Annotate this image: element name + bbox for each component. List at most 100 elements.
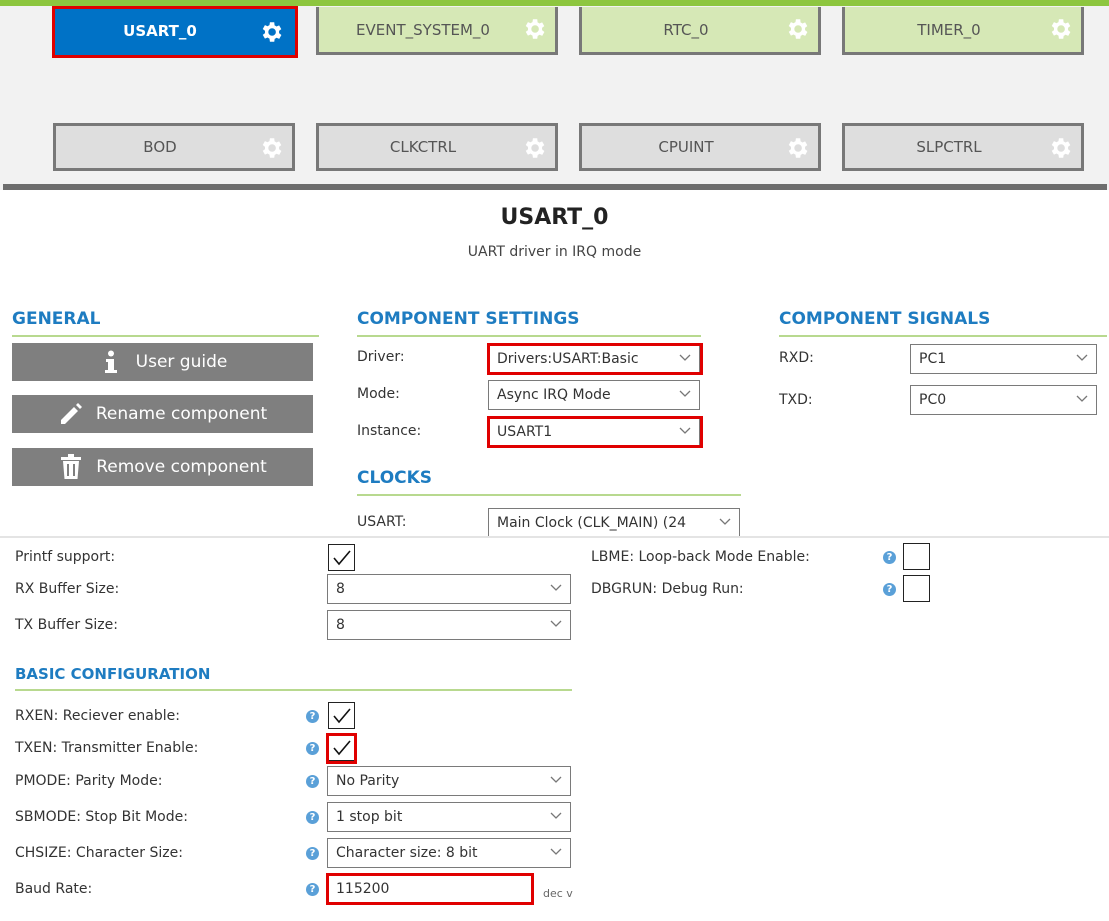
chevron-down-icon [550,620,562,627]
printf-support-checkbox[interactable] [328,544,355,571]
help-icon[interactable]: ? [306,847,319,860]
baud-rate-label: Baud Rate: [15,881,93,897]
driver-select-value: Drivers:USART:Basic [497,351,639,367]
rx-buffer-select[interactable]: 8 [327,574,571,604]
lbme-label: LBME: Loop-back Mode Enable: [591,549,810,565]
component-settings-heading: COMPONENT SETTINGS [357,309,701,337]
component-tile-cpuint[interactable]: CPUINT [579,123,821,171]
chevron-down-icon [550,848,562,855]
component-grid-divider [3,184,1107,190]
chsize-select[interactable]: Character size: 8 bit [327,838,571,868]
component-tile-clkctrl[interactable]: CLKCTRL [316,123,558,171]
checkmark-icon [333,550,351,566]
checkmark-icon [333,740,351,756]
sbmode-select[interactable]: 1 stop bit [327,802,571,832]
component-tile-usart-0[interactable]: USART_0 [53,7,295,55]
remove-component-button[interactable]: Remove component [12,448,313,486]
component-tile-label: TIMER_0 [917,20,981,39]
component-tile-rtc-0[interactable]: RTC_0 [579,7,821,55]
user-guide-label: User guide [135,352,228,372]
chsize-value: Character size: 8 bit [336,845,478,861]
component-title: USART_0 [500,205,609,230]
gear-icon[interactable] [521,135,547,161]
chevron-down-icon [1076,395,1088,402]
remove-component-label: Remove component [96,457,267,477]
rename-component-button[interactable]: Rename component [12,395,313,433]
chevron-down-icon [679,390,691,397]
baud-rate-input[interactable]: 115200 [327,874,532,904]
help-icon[interactable]: ? [306,775,319,788]
instance-label: Instance: [357,423,422,439]
component-subtitle: UART driver in IRQ mode [467,244,642,260]
component-tile-label: BOD [143,138,177,156]
help-icon[interactable]: ? [883,551,896,564]
pencil-icon [58,401,84,427]
tx-buffer-value: 8 [336,617,345,633]
dbgrun-checkbox[interactable] [903,575,930,602]
clocks-heading: CLOCKS [357,468,741,496]
chsize-label: CHSIZE: Character Size: [15,845,183,861]
component-tile-timer-0[interactable]: TIMER_0 [842,7,1084,55]
trash-icon [58,454,84,480]
mode-select[interactable]: Async IRQ Mode [488,380,700,410]
rx-buffer-value: 8 [336,581,345,597]
chevron-down-icon [550,584,562,591]
help-icon[interactable]: ? [883,583,896,596]
txd-label: TXD: [779,392,813,408]
usart-clock-label: USART: [357,514,407,530]
gear-icon[interactable] [258,135,284,161]
rxen-checkbox[interactable] [328,702,355,729]
component-tile-slpctrl[interactable]: SLPCTRL [842,123,1084,171]
txd-select[interactable]: PC0 [910,385,1097,415]
lbme-checkbox[interactable] [903,543,930,570]
printf-support-label: Printf support: [15,549,116,565]
baud-rate-unit: dec v [543,887,573,900]
pmode-label: PMODE: Parity Mode: [15,773,163,789]
instance-select[interactable]: USART1 [488,417,700,447]
rename-component-label: Rename component [95,404,268,424]
usart-clock-select[interactable]: Main Clock (CLK_MAIN) (24 [488,508,740,538]
tx-buffer-select[interactable]: 8 [327,610,571,640]
chevron-down-icon [719,518,731,525]
chevron-down-icon [550,776,562,783]
user-guide-button[interactable]: User guide [12,343,313,381]
mode-label: Mode: [357,386,400,402]
chevron-down-icon [550,812,562,819]
rxd-label: RXD: [779,350,814,366]
gear-icon[interactable] [784,135,810,161]
sbmode-value: 1 stop bit [336,809,403,825]
baud-rate-value: 115200 [336,881,390,897]
gear-icon[interactable] [1047,16,1073,42]
help-icon[interactable]: ? [306,811,319,824]
dbgrun-label: DBGRUN: Debug Run: [591,581,744,597]
gear-icon[interactable] [784,16,810,42]
help-icon[interactable]: ? [306,710,319,723]
component-grid: USART_0 EVENT_SYSTEM_0 RTC_0 TIMER_0 BOD… [0,0,1109,190]
chevron-down-icon [679,354,691,361]
help-icon[interactable]: ? [306,883,319,896]
pmode-select[interactable]: No Parity [327,766,571,796]
mode-select-value: Async IRQ Mode [497,387,611,403]
rxen-label: RXEN: Reciever enable: [15,708,180,724]
gear-icon[interactable] [258,19,284,45]
settings-divider [0,536,1109,538]
txd-select-value: PC0 [919,392,947,408]
rxd-select[interactable]: PC1 [910,344,1097,374]
txen-checkbox[interactable] [328,734,355,761]
component-signals-heading: COMPONENT SIGNALS [779,309,1107,337]
rx-buffer-label: RX Buffer Size: [15,581,120,597]
gear-icon[interactable] [521,16,547,42]
basic-configuration-heading: BASIC CONFIGURATION [15,665,572,691]
driver-select[interactable]: Drivers:USART:Basic [488,344,700,374]
chevron-down-icon [1076,354,1088,361]
rxd-select-value: PC1 [919,351,947,367]
pmode-value: No Parity [336,773,400,789]
component-tile-bod[interactable]: BOD [53,123,295,171]
instance-select-value: USART1 [497,424,553,440]
sbmode-label: SBMODE: Stop Bit Mode: [15,809,188,825]
tx-buffer-label: TX Buffer Size: [15,617,118,633]
help-icon[interactable]: ? [306,742,319,755]
gear-icon[interactable] [1047,135,1073,161]
component-tile-event-system-0[interactable]: EVENT_SYSTEM_0 [316,7,558,55]
component-tile-label: USART_0 [123,22,197,40]
